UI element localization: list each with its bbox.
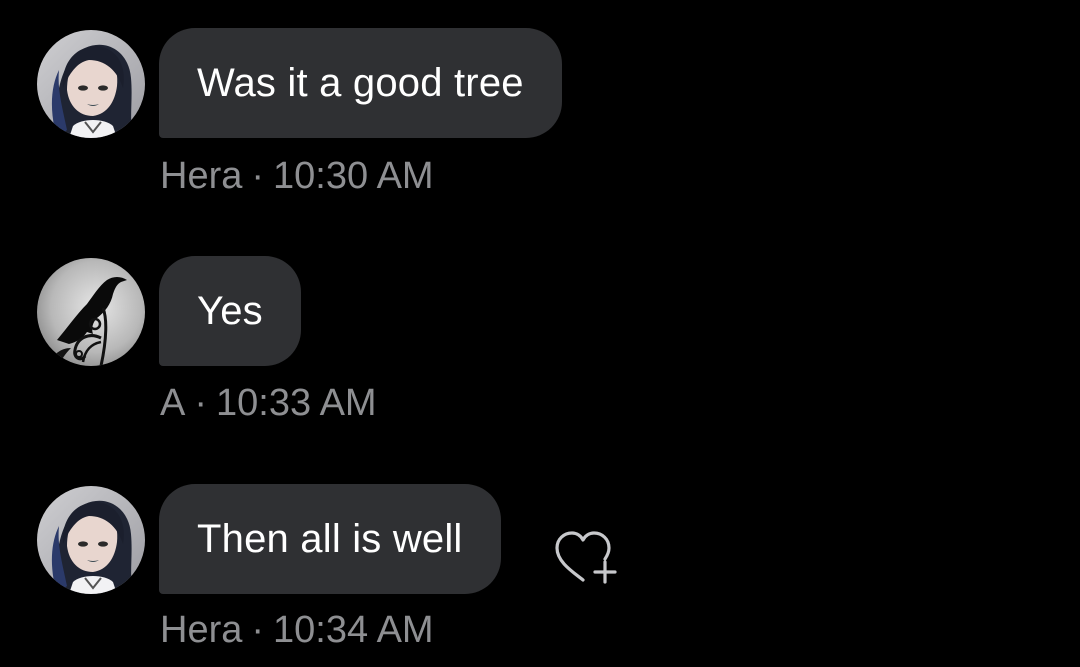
message-timestamp: 10:30 AM <box>273 155 434 197</box>
message-meta: A · 10:33 AM <box>160 382 377 425</box>
message-text: Yes <box>197 288 263 333</box>
meta-separator: · <box>251 155 265 197</box>
message-text: Was it a good tree <box>197 60 524 105</box>
crow-avatar-image <box>37 258 145 366</box>
sender-name[interactable]: Hera <box>160 155 242 197</box>
message-bubble[interactable]: Yes <box>159 256 301 366</box>
sender-name[interactable]: Hera <box>160 609 242 651</box>
heart-plus-icon <box>555 531 617 584</box>
message-timestamp: 10:33 AM <box>216 382 377 424</box>
hera-avatar-image <box>37 486 145 594</box>
sender-name[interactable]: A <box>160 382 185 424</box>
meta-separator: · <box>194 382 208 424</box>
avatar[interactable] <box>37 258 145 366</box>
message-timestamp: 10:34 AM <box>273 609 434 651</box>
avatar[interactable] <box>37 30 145 138</box>
message-bubble[interactable]: Then all is well <box>159 484 501 594</box>
message-text: Then all is well <box>197 516 463 561</box>
meta-separator: · <box>251 609 265 651</box>
message-meta: Hera · 10:30 AM <box>160 155 434 198</box>
message-meta: Hera · 10:34 AM <box>160 609 434 652</box>
message-bubble[interactable]: Was it a good tree <box>159 28 562 138</box>
add-reaction-button[interactable] <box>551 526 627 586</box>
hera-avatar-image <box>37 30 145 138</box>
avatar[interactable] <box>37 486 145 594</box>
